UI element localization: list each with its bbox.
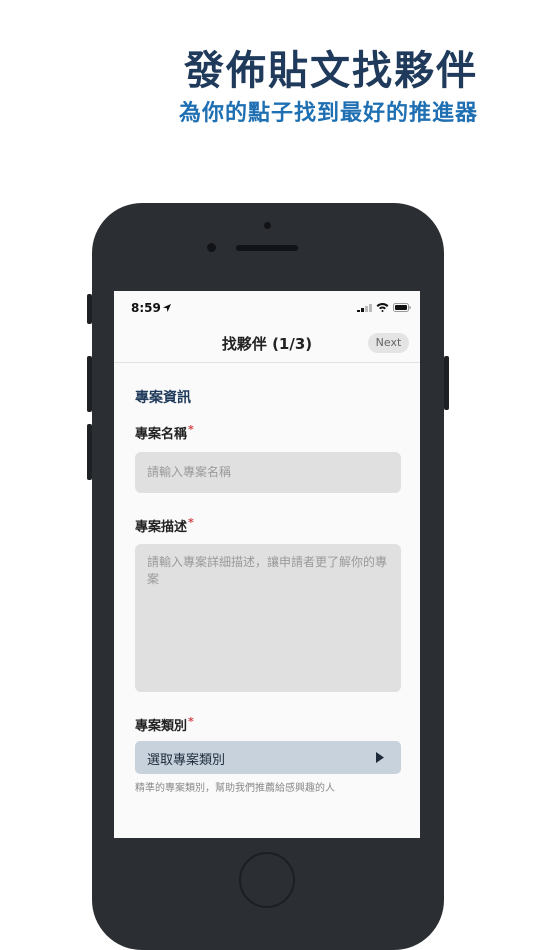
nav-bar: 找夥伴 (1/3) Next (114, 325, 420, 363)
camera-icon (264, 222, 271, 229)
project-category-label-text: 專案類別 (135, 719, 188, 734)
signal-icon (357, 304, 372, 312)
location-arrow-icon (163, 304, 171, 312)
project-name-input[interactable]: 請輸入專案名稱 (135, 452, 401, 493)
required-mark: * (188, 423, 194, 436)
required-mark: * (188, 516, 194, 529)
section-title: 專案資訊 (135, 390, 191, 406)
battery-icon (393, 303, 411, 312)
front-camera-icon (207, 243, 216, 252)
promo-title: 發佈貼文找夥伴 (184, 48, 478, 94)
required-mark: * (188, 715, 194, 728)
project-description-placeholder: 請輸入專案詳細描述，讓申請者更了解你的專案 (147, 555, 388, 586)
play-arrow-icon (376, 752, 384, 763)
next-button[interactable]: Next (368, 333, 409, 353)
status-time: 8:59 (131, 301, 161, 315)
project-description-input[interactable]: 請輸入專案詳細描述，讓申請者更了解你的專案 (135, 544, 401, 692)
project-category-label: 專案類別* (135, 715, 194, 734)
speaker-grille (236, 245, 298, 251)
project-category-value: 選取專案類別 (147, 753, 226, 768)
app-screen: 8:59 找夥伴 (1/3) Next 專案資訊 專案名稱* 請輸入專案名稱 專… (114, 291, 420, 838)
promo-subtitle: 為你的點子找到最好的推進器 (178, 101, 478, 126)
project-description-label: 專案描述* (135, 516, 194, 535)
project-name-label: 專案名稱* (135, 423, 194, 442)
phone-power-button (444, 356, 449, 410)
status-bar: 8:59 (114, 291, 420, 325)
project-name-placeholder: 請輸入專案名稱 (147, 465, 232, 479)
category-hint: 精準的專案類別，幫助我們推薦給感興趣的人 (135, 783, 335, 794)
wifi-icon (376, 303, 389, 312)
project-name-label-text: 專案名稱 (135, 427, 188, 442)
home-button[interactable] (239, 852, 295, 908)
project-description-label-text: 專案描述 (135, 520, 188, 535)
project-category-select[interactable]: 選取專案類別 (135, 741, 401, 774)
